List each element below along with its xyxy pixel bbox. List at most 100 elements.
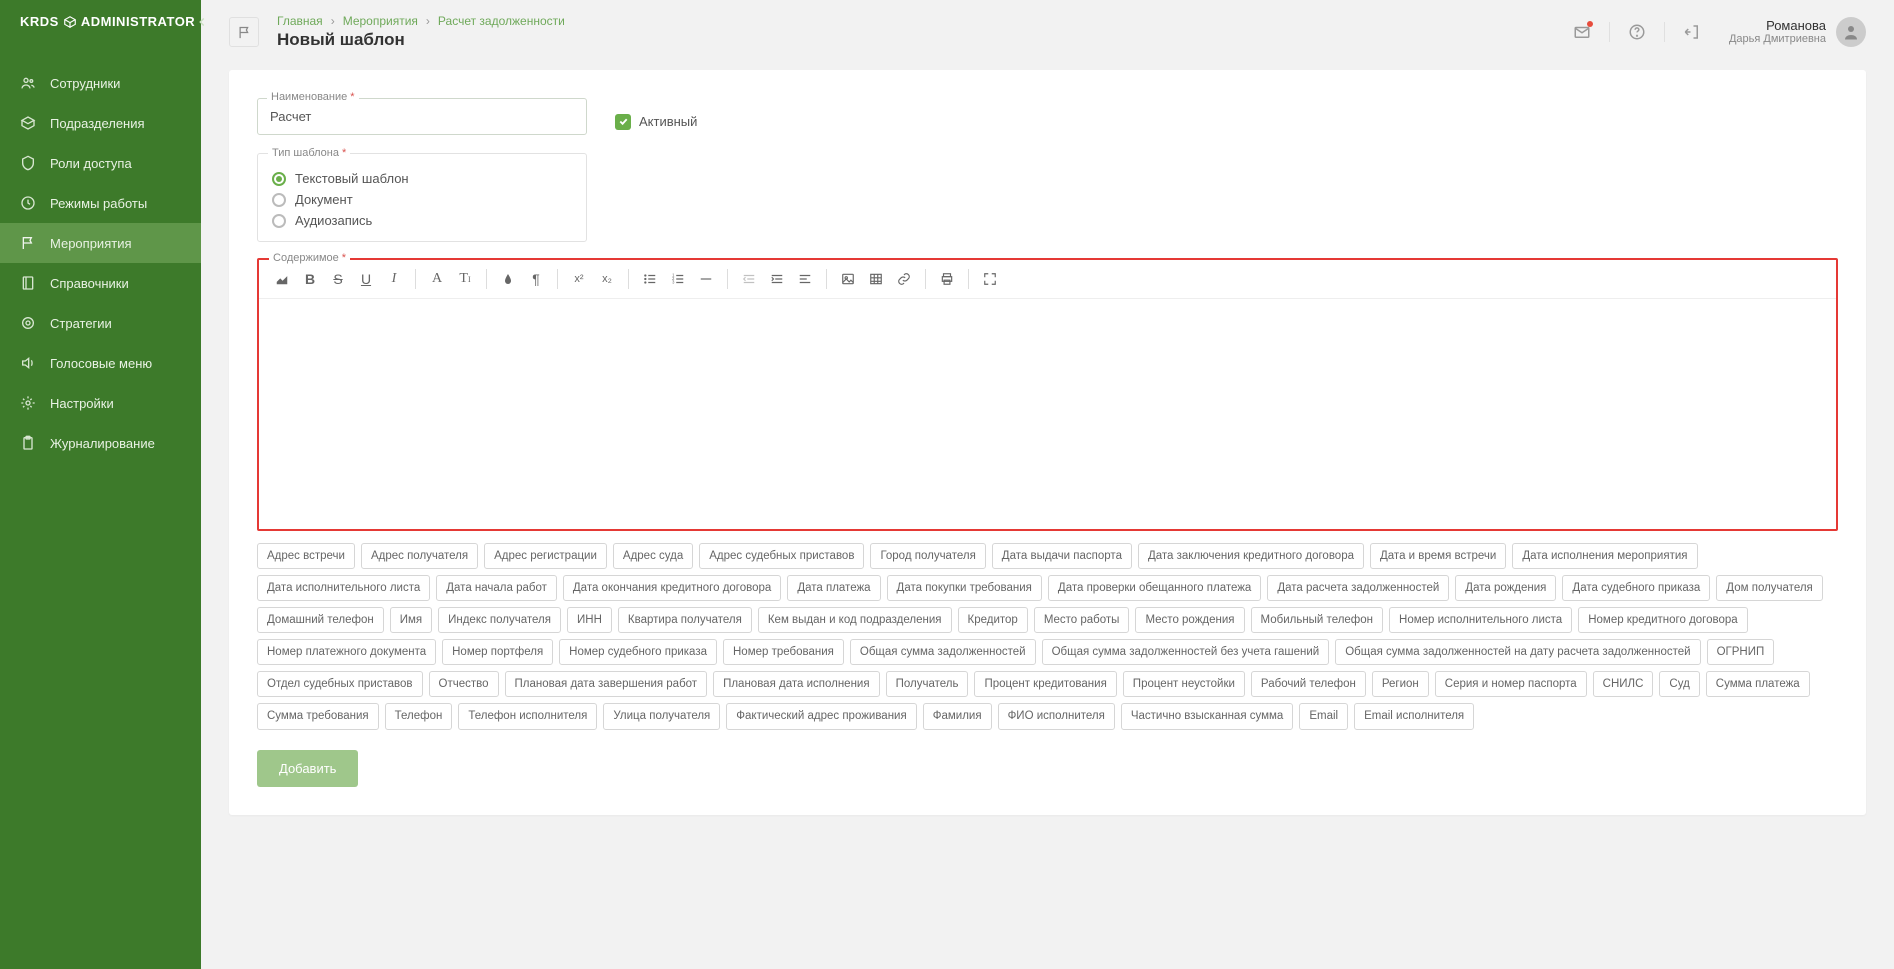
sidebar-item-strategies[interactable]: Стратегии (0, 303, 201, 343)
variable-tag[interactable]: Плановая дата завершения работ (505, 671, 708, 697)
variable-tag[interactable]: Дом получателя (1716, 575, 1822, 601)
clear-format-icon[interactable] (269, 266, 295, 292)
font-size-icon[interactable]: TI (452, 266, 478, 292)
variable-tag[interactable]: Дата судебного приказа (1562, 575, 1710, 601)
variable-tag[interactable]: Регион (1372, 671, 1429, 697)
mail-icon[interactable] (1573, 23, 1591, 41)
sidebar-item-events[interactable]: Мероприятия (0, 223, 201, 263)
variable-tag[interactable]: Номер платежного документа (257, 639, 436, 665)
variable-tag[interactable]: Номер судебного приказа (559, 639, 717, 665)
link-icon[interactable] (891, 266, 917, 292)
variable-tag[interactable]: Мобильный телефон (1251, 607, 1384, 633)
variable-tag[interactable]: Фактический адрес проживания (726, 703, 916, 729)
superscript-icon[interactable]: x² (566, 266, 592, 292)
paragraph-icon[interactable]: ¶ (523, 266, 549, 292)
variable-tag[interactable]: Дата выдачи паспорта (992, 543, 1132, 569)
radio-text-template[interactable]: Текстовый шаблон (272, 168, 572, 189)
strike-icon[interactable]: S (325, 266, 351, 292)
radio-document[interactable]: Документ (272, 189, 572, 210)
variable-tag[interactable]: Телефон исполнителя (458, 703, 597, 729)
variable-tag[interactable]: Номер исполнительного листа (1389, 607, 1572, 633)
variable-tag[interactable]: Адрес суда (613, 543, 693, 569)
name-input[interactable] (257, 98, 587, 135)
sidebar-item-logging[interactable]: Журналирование (0, 423, 201, 463)
variable-tag[interactable]: ОГРНИП (1707, 639, 1775, 665)
logout-icon[interactable] (1683, 23, 1701, 41)
variable-tag[interactable]: Суд (1659, 671, 1699, 697)
user-block[interactable]: Романова Дарья Дмитриевна (1729, 17, 1866, 47)
sidebar-item-employees[interactable]: Сотрудники (0, 63, 201, 103)
variable-tag[interactable]: Имя (390, 607, 432, 633)
help-icon[interactable] (1628, 23, 1646, 41)
variable-tag[interactable]: Место рождения (1135, 607, 1244, 633)
breadcrumb-link[interactable]: Расчет задолженности (438, 14, 565, 28)
subscript-icon[interactable]: x₂ (594, 266, 620, 292)
editor-body[interactable] (259, 299, 1836, 529)
variable-tag[interactable]: Процент неустойки (1123, 671, 1245, 697)
sidebar-item-schedules[interactable]: Режимы работы (0, 183, 201, 223)
variable-tag[interactable]: Домашний телефон (257, 607, 384, 633)
radio-audio[interactable]: Аудиозапись (272, 210, 572, 231)
variable-tag[interactable]: Серия и номер паспорта (1435, 671, 1587, 697)
bold-icon[interactable]: B (297, 266, 323, 292)
variable-tag[interactable]: Квартира получателя (618, 607, 752, 633)
color-icon[interactable] (495, 266, 521, 292)
hr-icon[interactable] (693, 266, 719, 292)
print-icon[interactable] (934, 266, 960, 292)
variable-tag[interactable]: Адрес регистрации (484, 543, 607, 569)
variable-tag[interactable]: Email исполнителя (1354, 703, 1474, 729)
variable-tag[interactable]: Дата исполнения мероприятия (1512, 543, 1697, 569)
italic-icon[interactable]: I (381, 266, 407, 292)
variable-tag[interactable]: СНИЛС (1593, 671, 1654, 697)
variable-tag[interactable]: Сумма требования (257, 703, 379, 729)
variable-tag[interactable]: Общая сумма задолженностей на дату расче… (1335, 639, 1700, 665)
variable-tag[interactable]: ФИО исполнителя (998, 703, 1115, 729)
variable-tag[interactable]: Сумма платежа (1706, 671, 1810, 697)
active-checkbox[interactable] (615, 114, 631, 130)
variable-tag[interactable]: Дата платежа (787, 575, 880, 601)
variable-tag[interactable]: Дата заключения кредитного договора (1138, 543, 1364, 569)
variable-tag[interactable]: Дата покупки требования (887, 575, 1042, 601)
variable-tag[interactable]: Индекс получателя (438, 607, 561, 633)
active-checkbox-block[interactable]: Активный (615, 98, 697, 135)
align-icon[interactable] (792, 266, 818, 292)
variable-tag[interactable]: Дата и время встречи (1370, 543, 1506, 569)
variable-tag[interactable]: Город получателя (870, 543, 985, 569)
variable-tag[interactable]: Частично взысканная сумма (1121, 703, 1293, 729)
variable-tag[interactable]: Процент кредитования (974, 671, 1116, 697)
variable-tag[interactable]: Отдел судебных приставов (257, 671, 423, 697)
variable-tag[interactable]: Кредитор (958, 607, 1028, 633)
variable-tag[interactable]: Дата расчета задолженностей (1267, 575, 1449, 601)
variable-tag[interactable]: Дата проверки обещанного платежа (1048, 575, 1261, 601)
variable-tag[interactable]: Получатель (886, 671, 969, 697)
variable-tag[interactable]: Номер требования (723, 639, 844, 665)
variable-tag[interactable]: Адрес судебных приставов (699, 543, 864, 569)
indent-icon[interactable] (764, 266, 790, 292)
variable-tag[interactable]: Адрес получателя (361, 543, 478, 569)
breadcrumb-link[interactable]: Мероприятия (343, 14, 418, 28)
variable-tag[interactable]: Email (1299, 703, 1348, 729)
variable-tag[interactable]: Отчество (429, 671, 499, 697)
variable-tag[interactable]: Номер портфеля (442, 639, 553, 665)
variable-tag[interactable]: Фамилия (923, 703, 992, 729)
sidebar-item-roles[interactable]: Роли доступа (0, 143, 201, 183)
image-icon[interactable] (835, 266, 861, 292)
ul-icon[interactable] (637, 266, 663, 292)
breadcrumb-link[interactable]: Главная (277, 14, 323, 28)
variable-tag[interactable]: Дата исполнительного листа (257, 575, 430, 601)
variable-tag[interactable]: Телефон (385, 703, 453, 729)
variable-tag[interactable]: Дата окончания кредитного договора (563, 575, 781, 601)
variable-tag[interactable]: Дата начала работ (436, 575, 557, 601)
variable-tag[interactable]: ИНН (567, 607, 612, 633)
outdent-icon[interactable] (736, 266, 762, 292)
ol-icon[interactable]: 123 (665, 266, 691, 292)
sidebar-item-departments[interactable]: Подразделения (0, 103, 201, 143)
variable-tag[interactable]: Общая сумма задолженностей (850, 639, 1036, 665)
variable-tag[interactable]: Плановая дата исполнения (713, 671, 880, 697)
avatar[interactable] (1836, 17, 1866, 47)
fullscreen-icon[interactable] (977, 266, 1003, 292)
variable-tag[interactable]: Улица получателя (603, 703, 720, 729)
sidebar-item-settings[interactable]: Настройки (0, 383, 201, 423)
variable-tag[interactable]: Адрес встречи (257, 543, 355, 569)
font-family-icon[interactable]: A (424, 266, 450, 292)
